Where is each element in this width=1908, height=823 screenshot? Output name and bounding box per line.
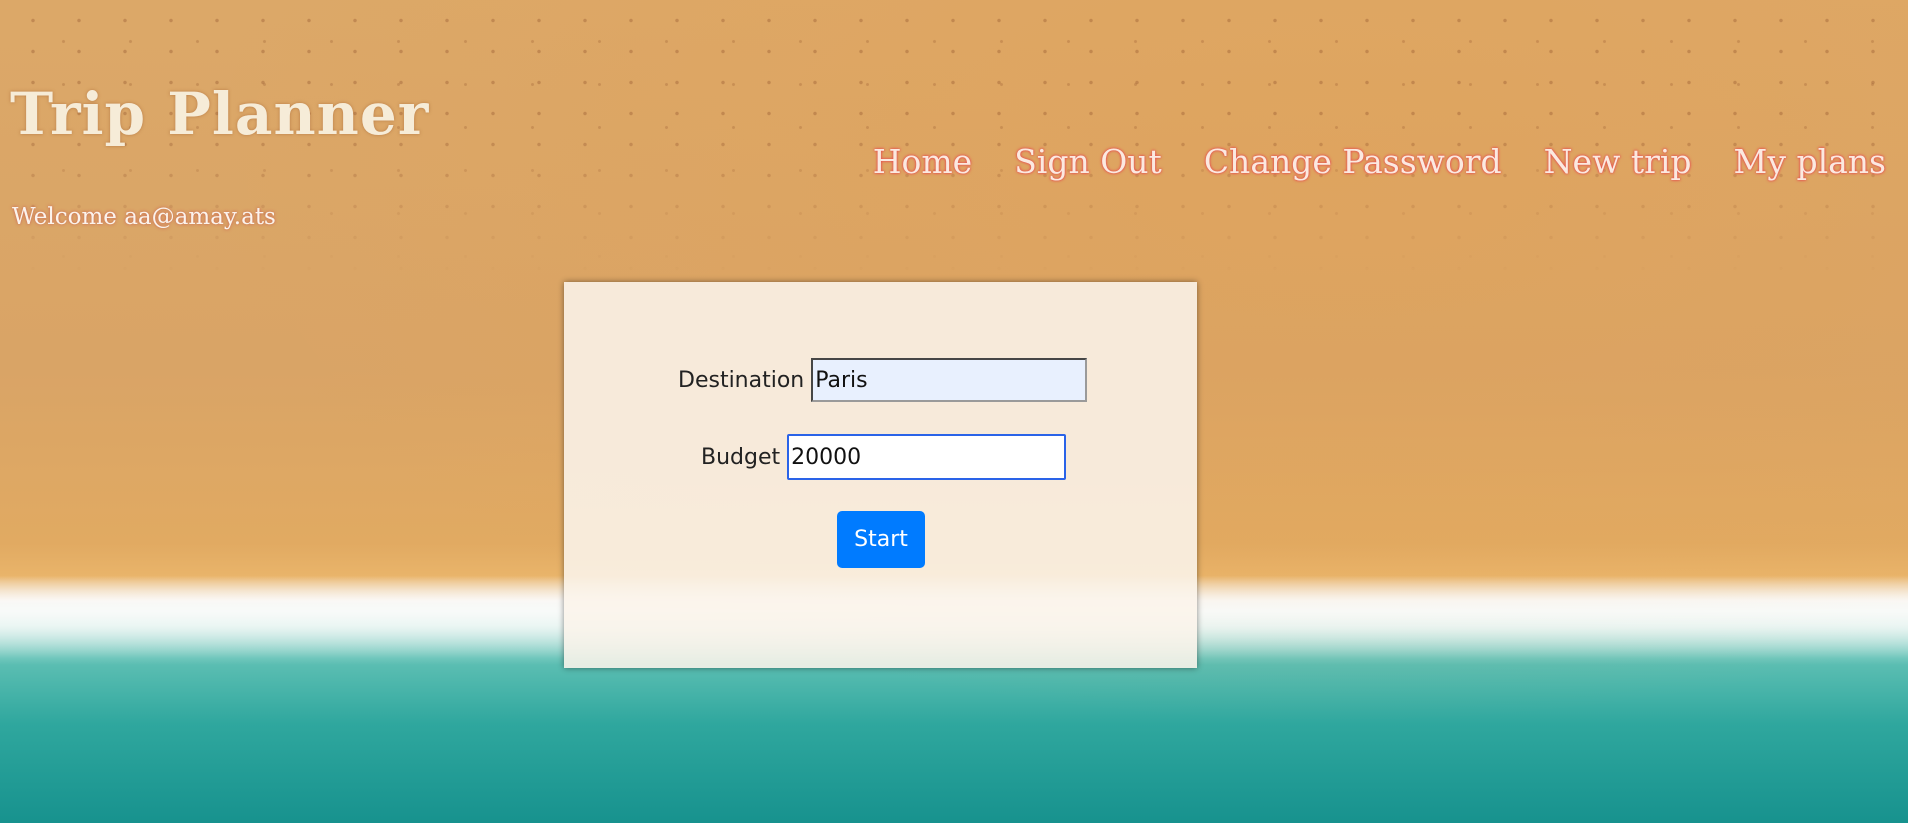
nav-my-plans-link[interactable]: My plans [1734,142,1886,181]
welcome-message: Welcome aa@amay.ats [12,204,276,230]
nav-new-trip-link[interactable]: New trip [1544,142,1692,181]
nav-change-password-link[interactable]: Change Password [1204,142,1502,181]
budget-row: Budget [701,434,1067,480]
start-button[interactable]: Start [837,511,925,568]
main-nav: Home Sign Out Change Password New trip M… [873,142,1886,181]
destination-input[interactable] [811,358,1088,402]
trip-form-card: Destination Budget Start [564,282,1197,668]
destination-label: Destination [678,367,805,393]
nav-sign-out-link[interactable]: Sign Out [1014,142,1162,181]
budget-label: Budget [701,444,781,470]
destination-row: Destination [678,358,1088,402]
budget-input[interactable] [787,434,1067,480]
nav-home-link[interactable]: Home [873,142,972,181]
site-title: Trip Planner [10,80,430,148]
